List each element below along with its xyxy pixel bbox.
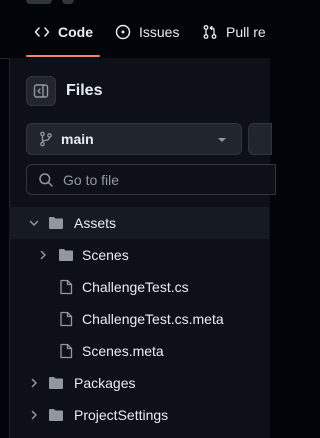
tree-item-label: Scenes xyxy=(82,247,129,263)
folder-icon xyxy=(58,248,74,262)
tree-item-label: ProjectSettings xyxy=(74,407,169,423)
tab-code[interactable]: Code xyxy=(34,18,93,46)
branch-name: main xyxy=(61,131,94,147)
caret-down-icon xyxy=(218,138,226,142)
tab-issues-label: Issues xyxy=(139,24,180,40)
search-icon xyxy=(39,172,53,187)
breadcrumb-fragment xyxy=(62,0,74,4)
tree-item-scenes[interactable]: Scenes xyxy=(9,239,269,271)
breadcrumb-fragment xyxy=(26,0,52,4)
search-placeholder: Go to file xyxy=(63,171,120,188)
folder-open-icon xyxy=(48,216,64,230)
active-tab-underline xyxy=(26,55,100,57)
go-to-file-search[interactable]: Go to file xyxy=(26,164,276,195)
files-title: Files xyxy=(66,82,103,99)
tree-item-label: Packages xyxy=(74,375,136,391)
file-icon xyxy=(59,279,73,295)
collapse-file-tree-button[interactable] xyxy=(26,76,56,106)
git-pull-request-icon xyxy=(203,25,217,39)
tree-item-label: Scenes.meta xyxy=(82,343,164,359)
chevron-right-icon xyxy=(28,409,40,421)
tree-item-projectsettings[interactable]: ProjectSettings xyxy=(9,399,269,431)
tree-item-challengetest-cs[interactable]: ChallengeTest.cs xyxy=(9,271,269,303)
file-icon xyxy=(59,311,73,327)
branch-selector[interactable]: main xyxy=(26,123,242,155)
sidebar-collapse-icon xyxy=(33,84,49,98)
add-file-button[interactable] xyxy=(248,123,272,155)
tree-item-label: ChallengeTest.cs xyxy=(82,279,189,295)
tab-code-label: Code xyxy=(58,24,93,40)
chevron-right-icon xyxy=(28,377,40,389)
folder-icon xyxy=(48,376,64,390)
files-header: Files xyxy=(26,76,102,106)
folder-icon xyxy=(48,408,64,422)
tab-pull-requests-label: Pull re xyxy=(226,24,266,40)
issue-opened-icon xyxy=(115,24,131,40)
tree-item-challengetest-cs-meta[interactable]: ChallengeTest.cs.meta xyxy=(9,303,269,335)
tree-item-assets[interactable]: Assets xyxy=(9,207,269,239)
tree-item-packages[interactable]: Packages xyxy=(9,367,269,399)
git-branch-icon xyxy=(40,131,52,147)
tree-item-label: Assets xyxy=(74,215,117,231)
tab-issues[interactable]: Issues xyxy=(115,18,179,46)
tree-item-label: ChallengeTest.cs.meta xyxy=(82,311,224,327)
tree-item-scenes-meta[interactable]: Scenes.meta xyxy=(9,335,269,367)
code-icon xyxy=(34,27,50,37)
repo-tab-bar: Code Issues Pull re xyxy=(0,6,266,59)
tab-pull-requests[interactable]: Pull re xyxy=(202,18,266,46)
file-icon xyxy=(59,343,73,359)
chevron-down-icon xyxy=(28,217,40,229)
chevron-right-icon xyxy=(37,249,49,261)
